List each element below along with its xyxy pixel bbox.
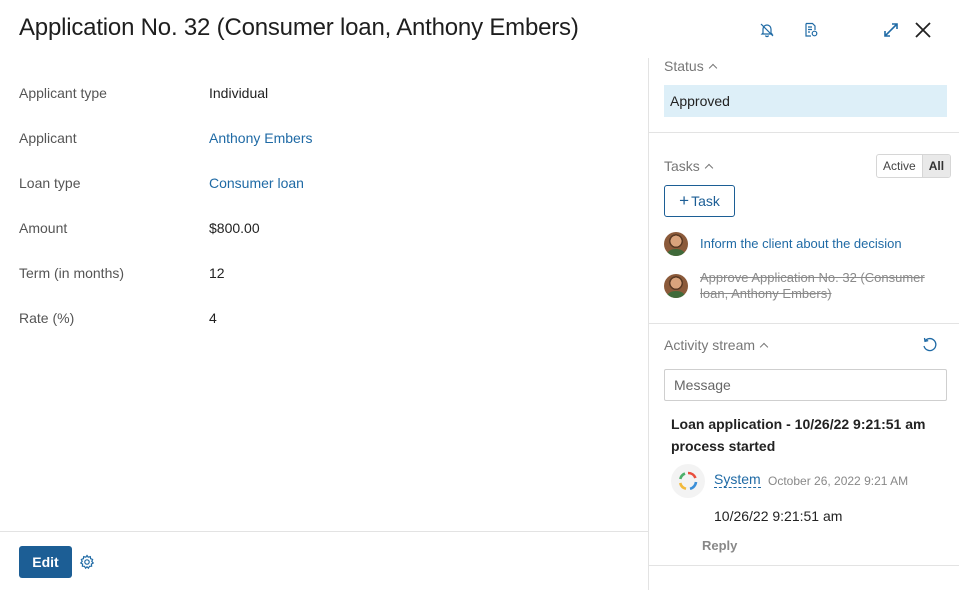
window-header: Application No. 32 (Consumer loan, Antho…: [0, 0, 959, 58]
post-timestamp: October 26, 2022 9:21 AM: [768, 474, 909, 488]
gear-icon[interactable]: [79, 554, 95, 570]
reply-button[interactable]: Reply: [702, 538, 737, 553]
task-item: Inform the client about the decision: [664, 232, 949, 256]
divider: [649, 132, 959, 133]
field-term: Term (in months) 12: [19, 263, 619, 283]
field-amount: Amount $800.00: [19, 218, 619, 238]
field-label: Applicant: [19, 130, 77, 146]
plus-icon: +: [679, 191, 690, 210]
system-avatar: [671, 464, 705, 498]
field-value: $800.00: [209, 220, 260, 236]
activity-title: Activity stream: [664, 337, 756, 353]
bell-off-icon[interactable]: [755, 18, 779, 42]
status-title: Status: [664, 58, 704, 74]
post-body: 10/26/22 9:21:51 am: [714, 508, 843, 524]
close-icon[interactable]: [911, 18, 935, 42]
field-value: 4: [209, 310, 217, 326]
field-applicant: Applicant Anthony Embers: [19, 128, 619, 148]
avatar: [664, 232, 688, 256]
expand-icon[interactable]: [879, 18, 903, 42]
page-title: Application No. 32 (Consumer loan, Antho…: [19, 14, 579, 41]
field-label: Amount: [19, 220, 68, 236]
field-loan-type: Loan type Consumer loan: [19, 173, 619, 193]
chevron-up-icon: [704, 163, 714, 172]
task-link-completed[interactable]: Approve Application No. 32 (Consumer loa…: [700, 270, 949, 302]
activity-section-header[interactable]: Activity stream: [664, 337, 769, 353]
chevron-up-icon: [759, 342, 769, 351]
post-title: Loan application - 10/26/22 9:21:51 am p…: [671, 416, 926, 454]
status-badge: Approved: [664, 85, 947, 117]
edit-button[interactable]: Edit: [19, 546, 72, 578]
tasks-section-header[interactable]: Tasks: [664, 158, 714, 174]
task-link[interactable]: Inform the client about the decision: [700, 236, 902, 252]
divider: [649, 565, 959, 566]
field-label: Term (in months): [19, 265, 125, 281]
refresh-icon[interactable]: [921, 336, 939, 354]
field-rate: Rate (%) 4: [19, 308, 619, 328]
add-task-label: Task: [691, 193, 720, 209]
field-value: Individual: [209, 85, 269, 101]
message-input[interactable]: [664, 369, 947, 401]
tasks-title: Tasks: [664, 158, 700, 174]
sidebar: Status Approved Tasks Active All + Task …: [648, 58, 959, 590]
field-label: Loan type: [19, 175, 81, 191]
field-applicant-type: Applicant type Individual: [19, 83, 619, 103]
filter-active-button[interactable]: Active: [877, 155, 922, 177]
field-label: Rate (%): [19, 310, 75, 326]
chevron-up-icon: [708, 63, 717, 72]
form-footer: Edit: [0, 531, 648, 590]
application-details: Applicant type Individual Applicant Anth…: [0, 58, 648, 531]
add-task-button[interactable]: + Task: [664, 185, 735, 217]
loan-type-link[interactable]: Consumer loan: [209, 175, 304, 191]
task-filter-toggle: Active All: [876, 154, 952, 178]
field-label: Applicant type: [19, 85, 107, 101]
post-author-link[interactable]: System: [714, 471, 761, 488]
divider: [649, 323, 959, 324]
document-settings-icon[interactable]: [799, 18, 823, 42]
status-section-header[interactable]: Status: [664, 58, 717, 74]
applicant-link[interactable]: Anthony Embers: [209, 130, 313, 146]
filter-all-button[interactable]: All: [921, 155, 951, 177]
field-value: 12: [209, 265, 225, 281]
task-item: Approve Application No. 32 (Consumer loa…: [664, 270, 949, 302]
avatar: [664, 274, 688, 298]
